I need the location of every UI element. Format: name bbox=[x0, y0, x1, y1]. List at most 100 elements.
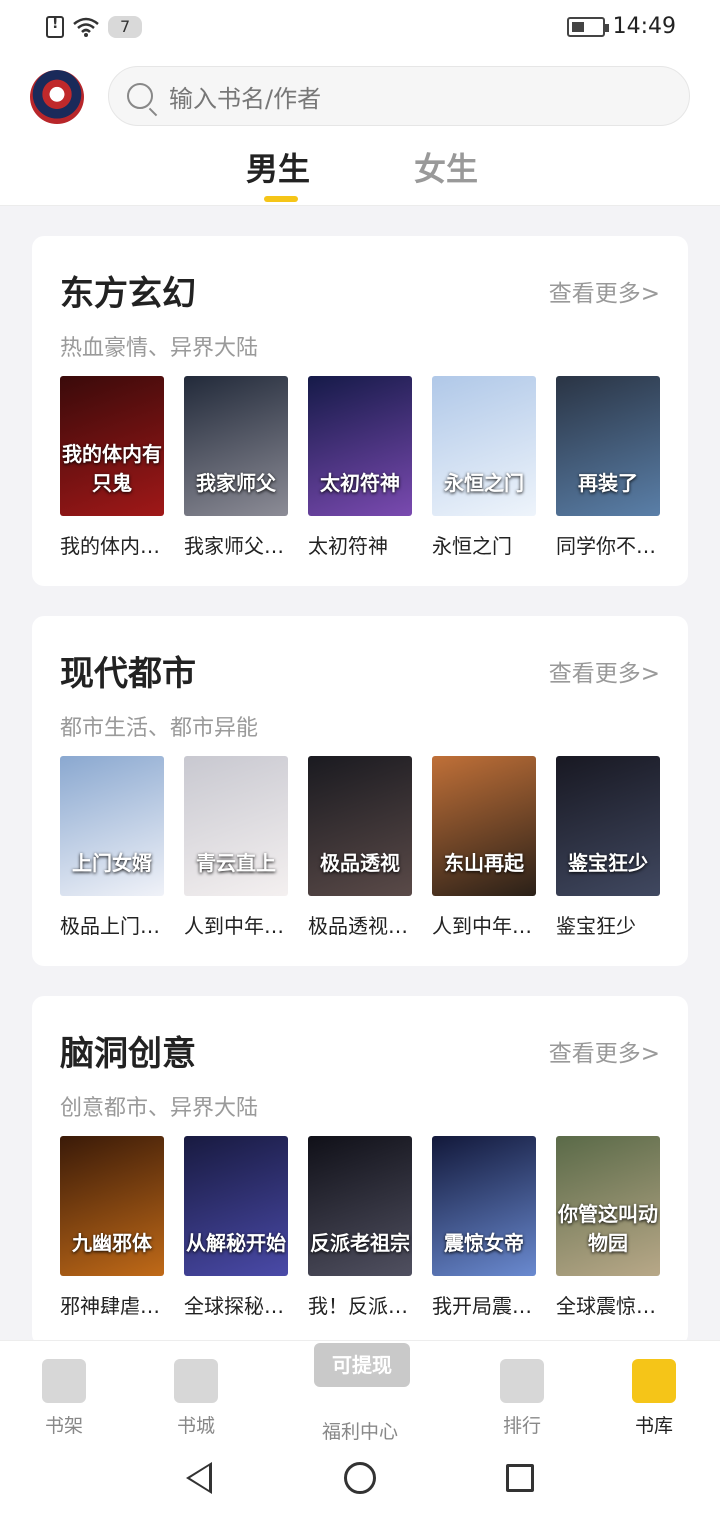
book-cover-title: 我家师父 bbox=[196, 471, 276, 495]
book-item[interactable]: 再装了 同学你不… bbox=[556, 376, 660, 559]
book-item[interactable]: 我的体内有只鬼我的体内… bbox=[60, 376, 164, 559]
book-cover: 我家师父 bbox=[184, 376, 288, 516]
book-title: 极品透视… bbox=[308, 914, 408, 938]
status-bar: 7 14:49 bbox=[0, 0, 720, 56]
book-cover-title: 东山再起 bbox=[444, 851, 524, 875]
tab-active-indicator bbox=[264, 196, 298, 202]
book-cover: 永恒之门 bbox=[432, 376, 536, 516]
book-title: 鉴宝狂少 bbox=[556, 914, 636, 938]
book-cover-title: 我的体内有只鬼 bbox=[62, 442, 162, 495]
search-input[interactable]: 输入书名/作者 bbox=[108, 66, 690, 126]
home-icon[interactable] bbox=[344, 1462, 376, 1494]
book-item[interactable]: 震惊女帝我开局震… bbox=[432, 1136, 536, 1319]
nav-rank[interactable]: 排行 bbox=[472, 1359, 572, 1438]
book-cover-title: 震惊女帝 bbox=[444, 1231, 524, 1255]
nav-bookshelf[interactable]: 书架 bbox=[14, 1359, 114, 1438]
section-card-creative: 脑洞创意 查看更多> 创意都市、异界大陆 九幽邪体 邪神肆虐… 从解秘开始 全球探秘…… bbox=[32, 996, 688, 1346]
nav-library[interactable]: 书库 bbox=[604, 1359, 704, 1438]
view-more-link[interactable]: 查看更多> bbox=[549, 654, 660, 688]
book-cover: 再装了 bbox=[556, 376, 660, 516]
search-icon bbox=[127, 83, 153, 109]
book-cover: 上门女婿 bbox=[60, 756, 164, 896]
book-cover-title: 反派老祖宗 bbox=[310, 1231, 410, 1255]
wifi-icon bbox=[73, 17, 99, 37]
book-item[interactable]: 东山再起人到中年… bbox=[432, 756, 536, 939]
avatar[interactable] bbox=[30, 70, 84, 124]
section-title: 脑洞创意 bbox=[60, 1026, 196, 1075]
sim-alert-icon bbox=[46, 16, 64, 38]
book-cover-title: 从解秘开始 bbox=[186, 1231, 286, 1255]
section-title: 东方玄幻 bbox=[60, 266, 196, 315]
nav-label: 书城 bbox=[176, 1415, 215, 1437]
nav-label: 书库 bbox=[634, 1415, 673, 1437]
book-title: 人到中年… bbox=[432, 914, 532, 938]
book-cover-title: 极品透视 bbox=[320, 851, 400, 875]
book-row: 九幽邪体 邪神肆虐… 从解秘开始 全球探秘… 反派老祖宗 我！反派… 震惊女帝 我开局震… 你管… bbox=[60, 1136, 660, 1319]
book-cover: 从解秘开始 bbox=[184, 1136, 288, 1276]
book-item[interactable]: 反派老祖宗我！反派… bbox=[308, 1136, 412, 1319]
book-cover-title: 九幽邪体 bbox=[72, 1231, 152, 1255]
book-cover: 东山再起 bbox=[432, 756, 536, 896]
book-title: 我！反派… bbox=[308, 1294, 408, 1318]
withdraw-badge: 可提现 bbox=[314, 1343, 410, 1387]
tab-male[interactable]: 男生 bbox=[246, 144, 310, 190]
section-subtitle: 创意都市、异界大陆 bbox=[60, 1096, 259, 1121]
book-title: 人到中年… bbox=[184, 914, 284, 938]
book-cover: 极品透视 bbox=[308, 756, 412, 896]
bookstore-icon bbox=[174, 1359, 218, 1403]
book-item[interactable]: 你管这叫动物园 全球震惊… bbox=[556, 1136, 660, 1319]
book-cover: 我的体内有只鬼 bbox=[60, 376, 164, 516]
book-cover: 反派老祖宗 bbox=[308, 1136, 412, 1276]
book-cover-title: 鉴宝狂少 bbox=[568, 851, 648, 875]
section-title: 现代都市 bbox=[60, 646, 196, 695]
book-cover-title: 上门女婿 bbox=[72, 851, 152, 875]
book-title: 极品上门… bbox=[60, 914, 160, 938]
book-cover-title: 再装了 bbox=[578, 471, 638, 495]
book-item[interactable]: 极品透视极品透视… bbox=[308, 756, 412, 939]
book-item[interactable]: 九幽邪体邪神肆虐… bbox=[60, 1136, 164, 1319]
nav-label: 书架 bbox=[44, 1415, 83, 1437]
section-subtitle: 热血豪情、异界大陆 bbox=[60, 336, 259, 361]
book-item[interactable]: 青云直上人到中年… bbox=[184, 756, 288, 939]
notification-count-badge: 7 bbox=[108, 16, 143, 38]
book-item[interactable]: 从解秘开始全球探秘… bbox=[184, 1136, 288, 1319]
tab-female[interactable]: 女生 bbox=[414, 144, 478, 190]
book-title: 太初符神 bbox=[308, 534, 388, 558]
book-cover: 青云直上 bbox=[184, 756, 288, 896]
recent-apps-icon[interactable] bbox=[506, 1464, 534, 1492]
gender-tabs: 男生 女生 bbox=[0, 144, 720, 204]
book-item[interactable]: 永恒之门 永恒之门 bbox=[432, 376, 536, 559]
nav-bookstore[interactable]: 书城 bbox=[146, 1359, 246, 1438]
search-placeholder: 输入书名/作者 bbox=[169, 84, 322, 113]
book-item[interactable]: 太初符神 太初符神 bbox=[308, 376, 412, 559]
section-card-modern-urban: 现代都市 查看更多> 都市生活、都市异能 上门女婿 极品上门… 青云直上 人到中年… 极… bbox=[32, 616, 688, 966]
book-row: 上门女婿 极品上门… 青云直上 人到中年… 极品透视 极品透视… 东山再起 人到中年… 鉴宝狂少… bbox=[60, 756, 660, 939]
book-row: 我的体内有只鬼 我的体内… 我家师父 我家师父… 太初符神 太初符神 永恒之门 永恒之门 再装了… bbox=[60, 376, 660, 559]
view-more-link[interactable]: 查看更多> bbox=[549, 1034, 660, 1068]
section-subtitle: 都市生活、都市异能 bbox=[60, 716, 259, 741]
book-cover-title: 太初符神 bbox=[320, 471, 400, 495]
book-cover: 太初符神 bbox=[308, 376, 412, 516]
library-grid-icon bbox=[632, 1359, 676, 1403]
rank-bookmark-icon bbox=[500, 1359, 544, 1403]
book-cover: 你管这叫动物园 bbox=[556, 1136, 660, 1276]
book-title: 我的体内… bbox=[60, 534, 160, 558]
status-left: 7 bbox=[46, 16, 143, 38]
nav-label: 排行 bbox=[502, 1415, 541, 1437]
book-item[interactable]: 鉴宝狂少 鉴宝狂少 bbox=[556, 756, 660, 939]
bottom-nav: 书架 书城 可提现 福利中心 排行 书库 bbox=[0, 1340, 720, 1443]
book-title: 我开局震… bbox=[432, 1294, 532, 1318]
view-more-link[interactable]: 查看更多> bbox=[549, 274, 660, 308]
status-time: 14:49 bbox=[612, 14, 676, 39]
book-item[interactable]: 我家师父我家师父… bbox=[184, 376, 288, 559]
system-nav-bar bbox=[0, 1440, 720, 1520]
status-right: 14:49 bbox=[566, 14, 676, 39]
back-icon-inner bbox=[190, 1466, 209, 1490]
book-title: 我家师父… bbox=[184, 534, 284, 558]
bookshelf-icon bbox=[42, 1359, 86, 1403]
book-cover-title: 你管这叫动物园 bbox=[558, 1202, 658, 1255]
book-title: 全球探秘… bbox=[184, 1294, 284, 1318]
book-title: 邪神肆虐… bbox=[60, 1294, 160, 1318]
book-item[interactable]: 上门女婿极品上门… bbox=[60, 756, 164, 939]
book-cover-title: 青云直上 bbox=[196, 851, 276, 875]
